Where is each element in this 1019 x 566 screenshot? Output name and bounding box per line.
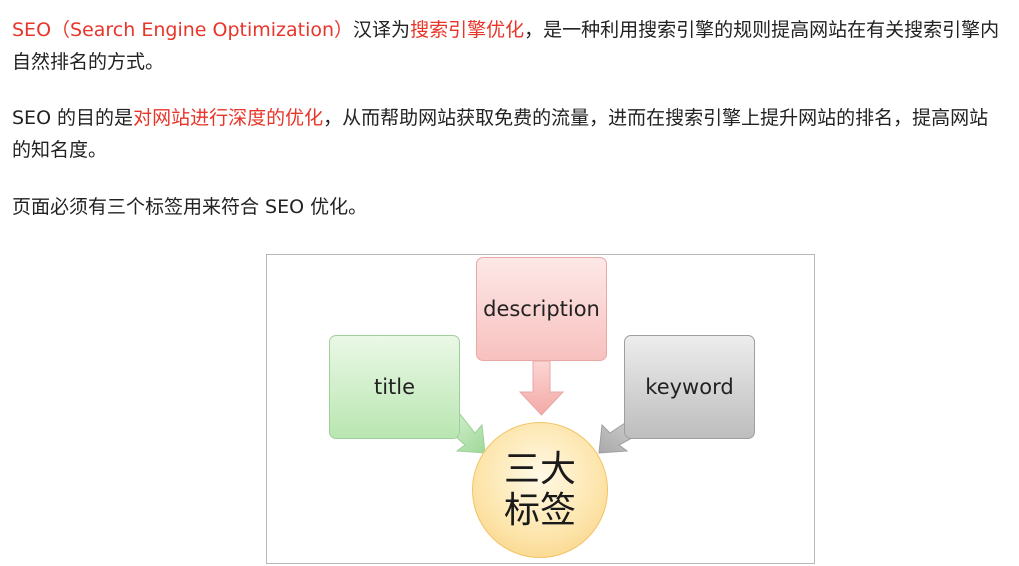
three-tags-center-circle: 三大标签 <box>472 422 608 558</box>
keyword-label: keyword <box>645 375 734 399</box>
paragraph-seo-definition: SEO（Search Engine Optimization）汉译为搜索引擎优化… <box>12 14 1007 78</box>
text: 页面必须有三个标签用来符合 SEO 优化。 <box>12 196 368 218</box>
title-label: title <box>373 375 416 399</box>
description-label: description <box>483 297 600 321</box>
paragraph-three-tags: 页面必须有三个标签用来符合 SEO 优化。 <box>12 191 1007 223</box>
description-tag-box: description <box>476 257 607 361</box>
arrow-down-icon <box>518 360 565 416</box>
keyword-tag-box: keyword <box>624 335 755 439</box>
text: 汉译为 <box>353 19 411 41</box>
text: SEO 的目的是 <box>12 107 134 129</box>
center-label: 三大标签 <box>503 449 576 531</box>
paragraph-seo-purpose: SEO 的目的是对网站进行深度的优化，从而帮助网站获取免费的流量，进而在搜索引擎… <box>12 102 1007 166</box>
three-tags-diagram: description title keyword 三大标签 <box>266 254 815 564</box>
search-engine-optimization-highlight: 搜索引擎优化 <box>410 19 525 41</box>
title-tag-box: title <box>329 335 460 439</box>
deep-optimization-highlight: 对网站进行深度的优化 <box>133 107 324 129</box>
seo-term: SEO（Search Engine Optimization） <box>12 19 354 41</box>
